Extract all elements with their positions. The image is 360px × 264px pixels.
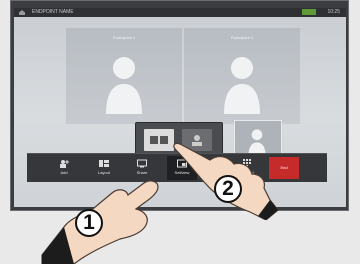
top-status-bar: ENDPOINT NAME 10:25 [14,8,346,17]
clock: 10:25 [327,9,340,15]
home-icon[interactable] [19,10,25,15]
person-silhouette-icon [224,57,260,114]
layout-icon [99,160,109,167]
endpoint-name: ENDPOINT NAME [32,9,74,15]
participant-caption: Participant 2 [230,35,254,40]
step-badge-1: 1 [75,209,103,237]
hand-gesture-1 [41,180,159,264]
step-badge-2: 2 [214,175,242,203]
participant-video-1[interactable]: Participant 1 [66,28,182,124]
participant-caption: Participant 1 [112,35,136,40]
person-silhouette-icon [106,57,142,114]
participant-video-2[interactable]: Participant 2 [184,28,300,124]
person-add-icon [60,160,69,168]
status-indicator [302,9,316,15]
share-screen-icon [137,159,147,168]
